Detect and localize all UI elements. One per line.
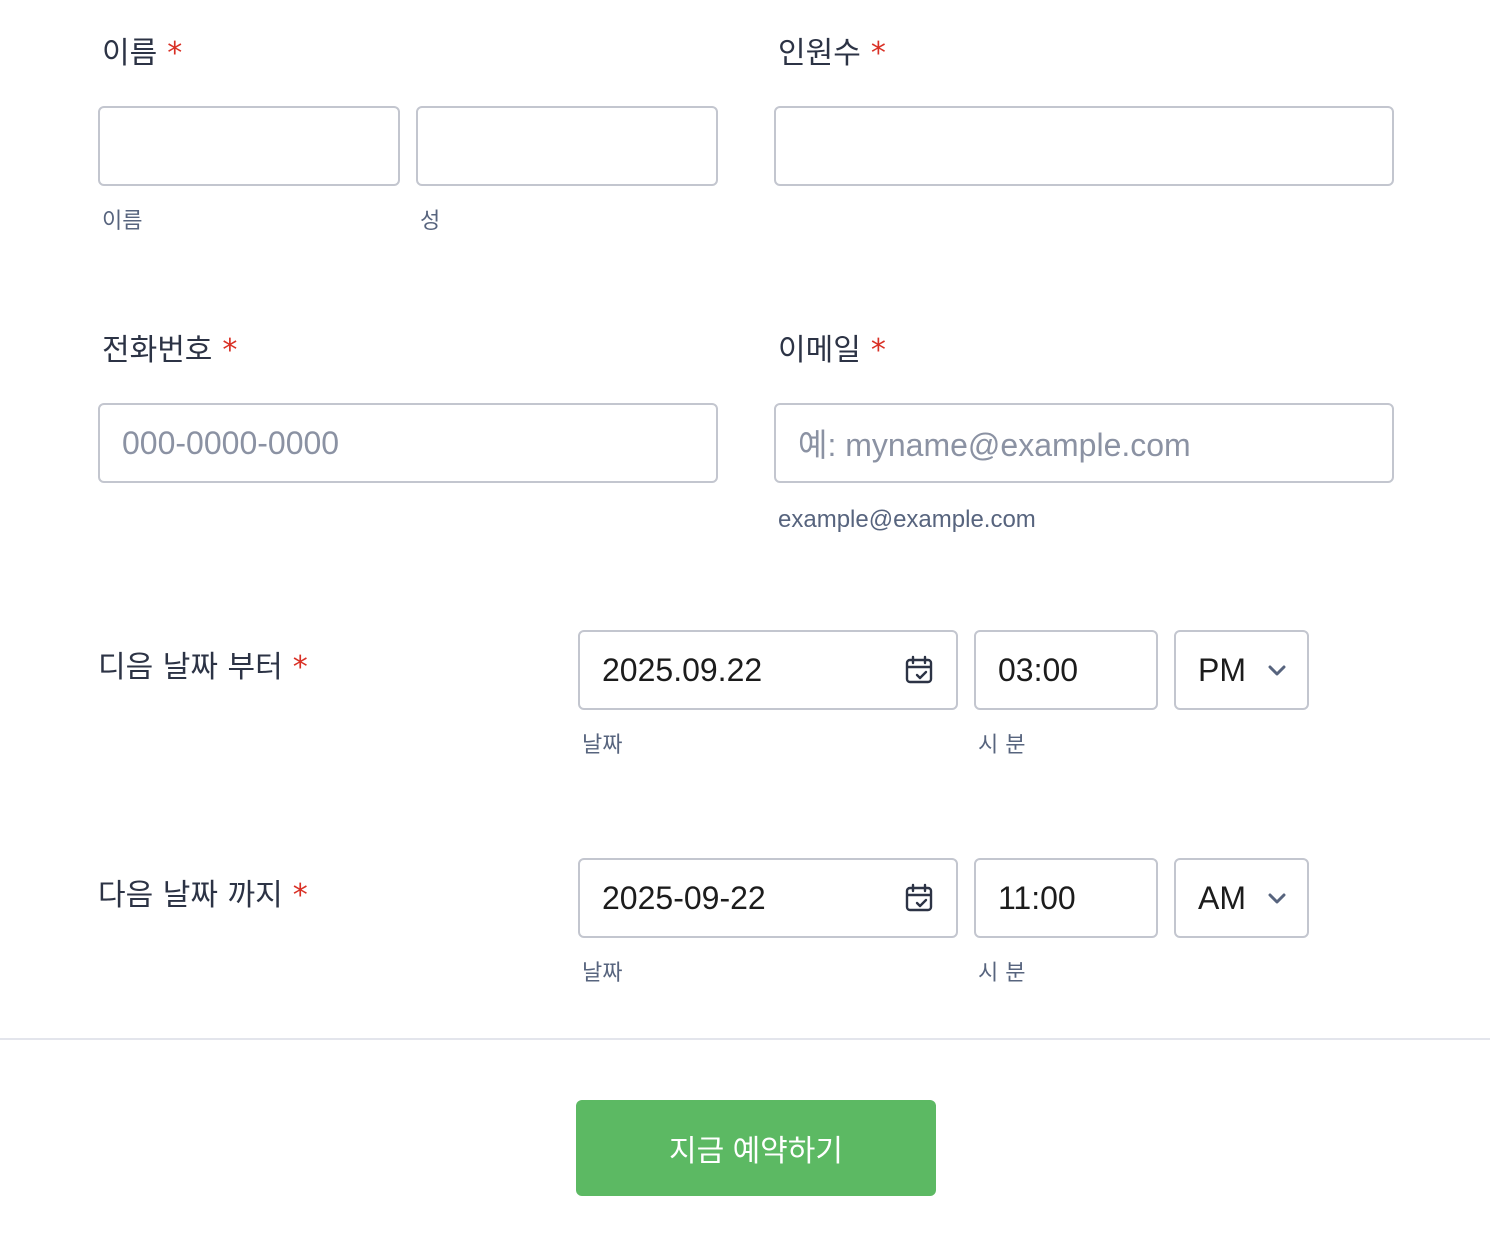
guests-label-text: 인원수 xyxy=(778,36,861,71)
email-label-text: 이메일 xyxy=(778,333,861,368)
last-name-input[interactable] xyxy=(416,106,718,186)
name-label: 이름 * xyxy=(102,36,182,72)
email-placeholder: 예: myname@example.com xyxy=(798,427,1191,463)
to-date-label: 다음 날짜 까지 * xyxy=(98,878,308,914)
to-date-input[interactable]: 2025-09-22 xyxy=(578,858,958,938)
chevron-down-icon xyxy=(1268,893,1286,904)
from-date-value: 2025.09.22 xyxy=(602,651,763,688)
phone-label-text: 전화번호 xyxy=(102,333,213,368)
to-date-sublabel: 날짜 xyxy=(582,961,623,986)
required-asterisk: * xyxy=(167,36,183,71)
from-date-label-text: 디음 날짜 부터 xyxy=(98,650,283,685)
first-name-input[interactable] xyxy=(98,106,400,186)
phone-input[interactable]: 000-0000-0000 xyxy=(98,403,718,483)
from-date-label: 디음 날짜 부터 * xyxy=(98,650,308,686)
required-asterisk: * xyxy=(222,333,238,368)
from-time-sublabel: 시 분 xyxy=(978,733,1026,758)
calendar-icon[interactable] xyxy=(904,655,934,685)
to-ampm-value: AM xyxy=(1198,879,1246,916)
required-asterisk: * xyxy=(870,36,886,71)
to-time-value: 11:00 xyxy=(998,879,1076,916)
to-ampm-select[interactable]: AM xyxy=(1174,858,1309,938)
calendar-icon[interactable] xyxy=(904,883,934,913)
required-asterisk: * xyxy=(292,878,308,913)
chevron-down-icon xyxy=(1268,665,1286,676)
guests-input[interactable] xyxy=(774,106,1394,186)
from-ampm-select[interactable]: PM xyxy=(1174,630,1309,710)
from-time-value: 03:00 xyxy=(998,651,1079,688)
email-label: 이메일 * xyxy=(778,333,886,369)
email-hint: example@example.com xyxy=(778,506,1036,533)
from-time-input[interactable]: 03:00 xyxy=(974,630,1158,710)
to-date-value: 2025-09-22 xyxy=(602,879,766,916)
required-asterisk: * xyxy=(870,333,886,368)
from-date-sublabel: 날짜 xyxy=(582,733,623,758)
book-now-button[interactable]: 지금 예약하기 xyxy=(576,1100,936,1196)
guests-label: 인원수 * xyxy=(778,36,886,72)
from-ampm-value: PM xyxy=(1198,651,1246,688)
from-date-input[interactable]: 2025.09.22 xyxy=(578,630,958,710)
phone-label: 전화번호 * xyxy=(102,333,237,369)
to-time-sublabel: 시 분 xyxy=(978,961,1026,986)
to-time-input[interactable]: 11:00 xyxy=(974,858,1158,938)
first-name-sublabel: 이름 xyxy=(102,209,143,234)
required-asterisk: * xyxy=(292,650,308,685)
name-label-text: 이름 xyxy=(102,36,158,71)
last-name-sublabel: 성 xyxy=(420,209,441,234)
phone-placeholder: 000-0000-0000 xyxy=(122,424,340,461)
section-divider xyxy=(0,1038,1490,1040)
to-date-label-text: 다음 날짜 까지 xyxy=(98,878,283,913)
email-input[interactable]: 예: myname@example.com xyxy=(774,403,1394,483)
